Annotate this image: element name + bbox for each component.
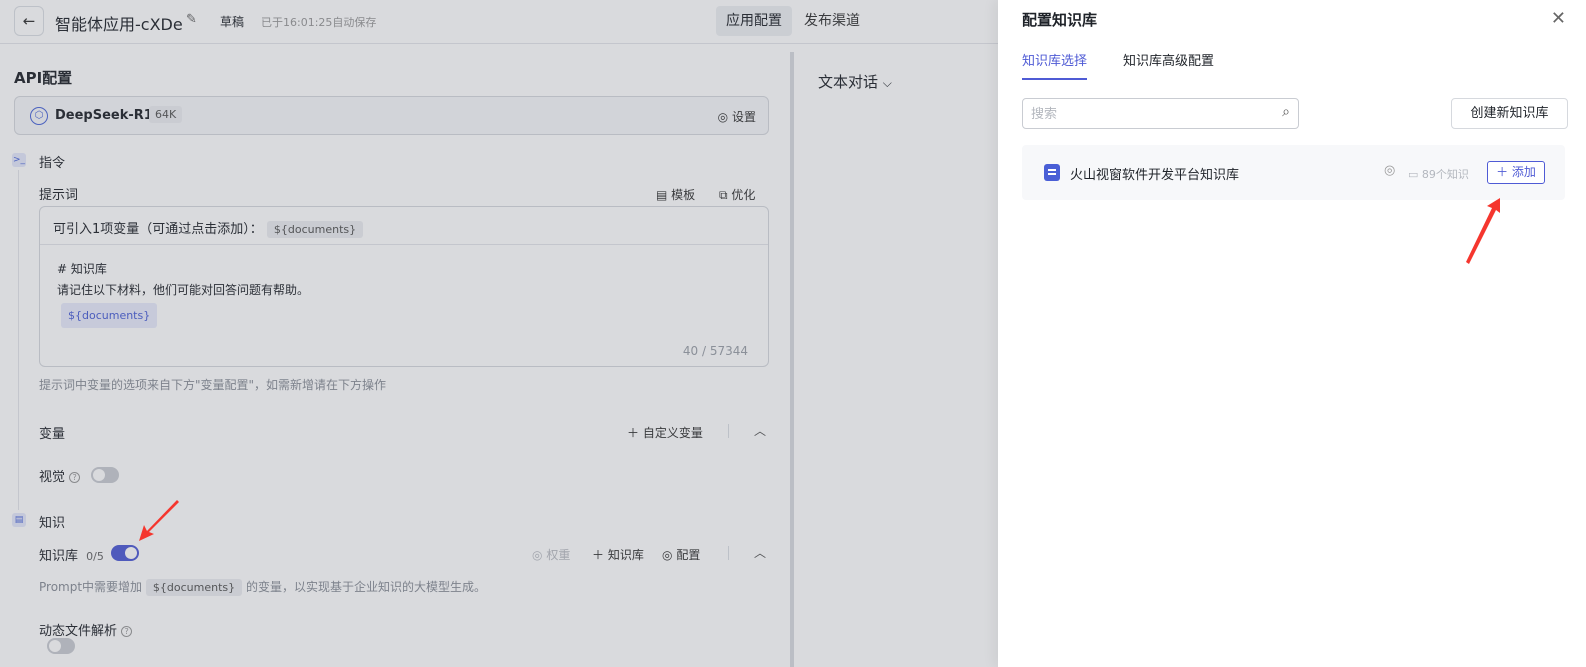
tab-kb-advanced[interactable]: 知识库高级配置 [1123,50,1214,78]
close-icon[interactable]: ✕ [1551,8,1566,29]
kb-name: 火山视窗软件开发平台知识库 [1070,168,1240,183]
add-kb-label: 添加 [1511,165,1536,179]
modal-overlay[interactable] [0,0,1000,667]
kb-search-field[interactable]: ⌕ [1022,98,1299,129]
search-icon[interactable]: ⌕ [1282,104,1290,120]
create-kb-button[interactable]: 创建新知识库 [1451,98,1568,129]
annotation-arrow [139,500,179,541]
kb-list-item: 火山视窗软件开发平台知识库 ◎ ▭ 89个知识 ＋ 添加 [1022,145,1565,200]
kb-config-drawer: 配置知识库 ✕ 知识库选择 知识库高级配置 ⌕ 创建新知识库 火山视窗软件开发平… [998,0,1586,667]
plus-icon: ＋ [1496,165,1509,179]
kb-count-text: 89个知识 [1421,168,1469,181]
tab-kb-select[interactable]: 知识库选择 [1022,50,1088,80]
kb-document-icon [1044,164,1060,181]
folder-icon: ▭ [1408,168,1419,181]
gear-icon[interactable]: ◎ [1384,163,1395,178]
kb-knowledge-count: ▭ 89个知识 [1408,166,1469,182]
annotation-arrow [1466,198,1500,264]
add-kb-button[interactable]: ＋ 添加 [1487,161,1545,184]
drawer-title: 配置知识库 [1022,11,1098,29]
kb-search-input[interactable] [1031,105,1271,123]
